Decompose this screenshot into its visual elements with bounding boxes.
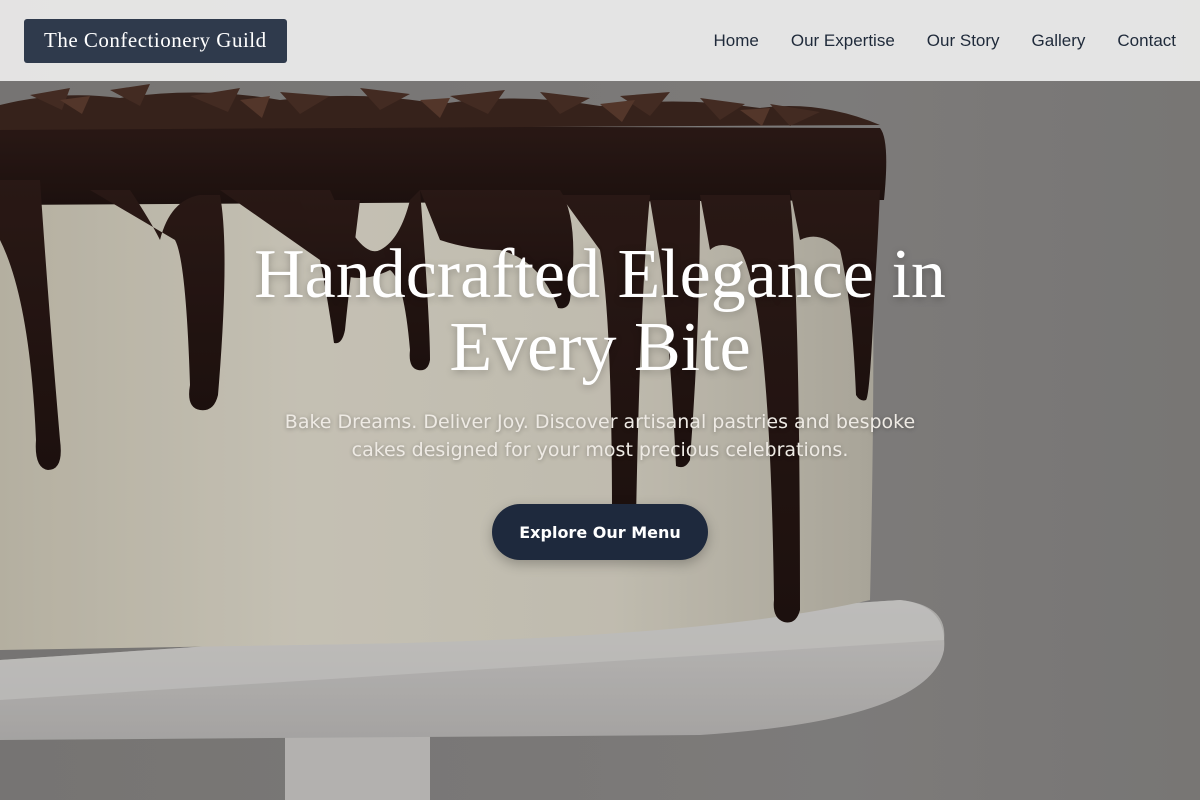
explore-menu-button[interactable]: Explore Our Menu	[492, 504, 708, 560]
nav-link-our-story[interactable]: Our Story	[927, 31, 1000, 51]
main-nav: Home Our Expertise Our Story Gallery Con…	[714, 31, 1177, 51]
nav-link-our-expertise[interactable]: Our Expertise	[791, 31, 895, 51]
brand-logo[interactable]: The Confectionery Guild	[24, 18, 287, 63]
nav-link-gallery[interactable]: Gallery	[1032, 31, 1086, 51]
nav-link-contact[interactable]: Contact	[1117, 31, 1176, 51]
hero-section: Handcrafted Elegance in Every Bite Bake …	[0, 238, 1200, 560]
nav-link-home[interactable]: Home	[714, 31, 759, 51]
hero-title: Handcrafted Elegance in Every Bite	[254, 236, 946, 386]
hero-subtitle: Bake Dreams. Deliver Joy. Discover artis…	[284, 411, 916, 461]
site-header: The Confectionery Guild Home Our Experti…	[0, 0, 1200, 81]
